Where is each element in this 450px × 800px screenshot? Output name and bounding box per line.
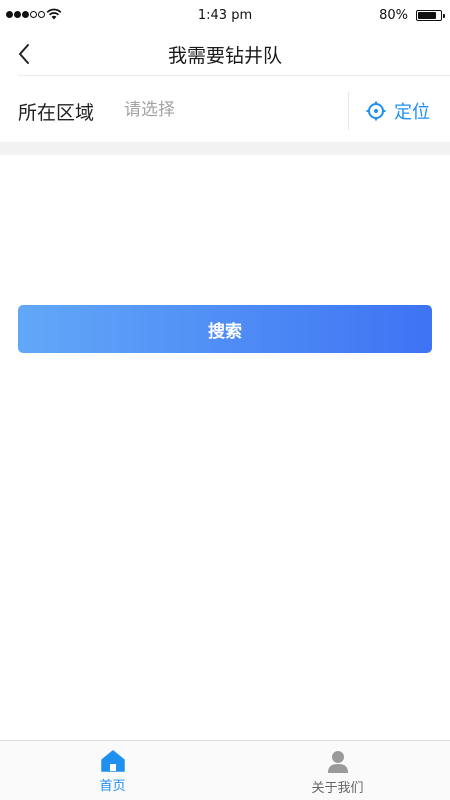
locate-label: 定位 (394, 102, 430, 123)
navigation-bar: 我需要钻井队 (0, 32, 450, 76)
region-divider (348, 92, 349, 130)
tab-home[interactable]: 首页 (0, 741, 225, 800)
tab-bar: 首页 关于我们 (0, 740, 450, 800)
page-title: 我需要钻井队 (167, 45, 282, 67)
tab-about-us[interactable]: 关于我们 (225, 741, 450, 800)
person-icon (327, 751, 348, 773)
home-icon (100, 750, 125, 772)
search-button[interactable]: 搜索 (18, 305, 432, 353)
search-button-label: 搜索 (208, 321, 242, 342)
region-select-input[interactable] (124, 96, 334, 124)
locate-button[interactable]: 定位 (366, 98, 430, 124)
tab-home-label: 首页 (99, 779, 126, 794)
status-bar: 1:43 pm 80% (0, 0, 450, 32)
region-label: 所在区域 (18, 102, 95, 124)
battery-percentage: 80% (379, 8, 408, 23)
region-row: 所在区域 定位 (0, 76, 450, 142)
tab-about-us-label: 关于我们 (311, 781, 364, 796)
section-separator (0, 142, 450, 155)
crosshair-icon (366, 101, 386, 121)
battery-icon (416, 10, 445, 21)
